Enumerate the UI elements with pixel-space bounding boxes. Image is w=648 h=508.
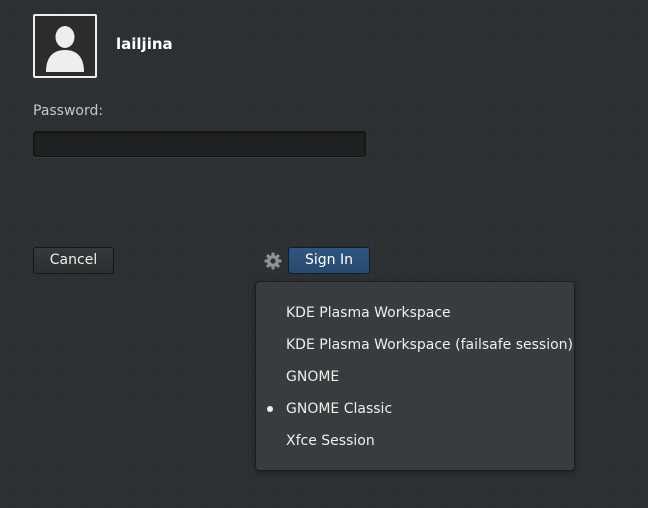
user-silhouette-icon xyxy=(46,26,84,72)
session-item-label: KDE Plasma Workspace xyxy=(286,305,451,321)
session-item[interactable]: GNOME Classic xyxy=(256,393,574,425)
user-avatar xyxy=(33,14,97,78)
session-item[interactable]: Xfce Session xyxy=(256,425,574,457)
selected-radio-dot-icon xyxy=(267,406,273,412)
session-item-label: GNOME Classic xyxy=(286,401,393,417)
session-item[interactable]: GNOME xyxy=(256,361,574,393)
username-label: lailjina xyxy=(116,35,173,53)
session-item-label: GNOME xyxy=(286,369,340,385)
session-item[interactable]: KDE Plasma Workspace xyxy=(256,297,574,329)
password-field[interactable] xyxy=(33,131,366,157)
gear-icon xyxy=(264,252,282,270)
sign-in-button[interactable]: Sign In xyxy=(288,247,370,274)
session-item-label: Xfce Session xyxy=(286,433,375,449)
cancel-button[interactable]: Cancel xyxy=(33,247,114,274)
session-settings-button[interactable] xyxy=(264,252,282,270)
password-label: Password: xyxy=(33,103,104,119)
session-item[interactable]: KDE Plasma Workspace (failsafe session) xyxy=(256,329,574,361)
session-item-label: KDE Plasma Workspace (failsafe session) xyxy=(286,337,573,353)
session-menu: KDE Plasma Workspace KDE Plasma Workspace… xyxy=(255,281,575,471)
